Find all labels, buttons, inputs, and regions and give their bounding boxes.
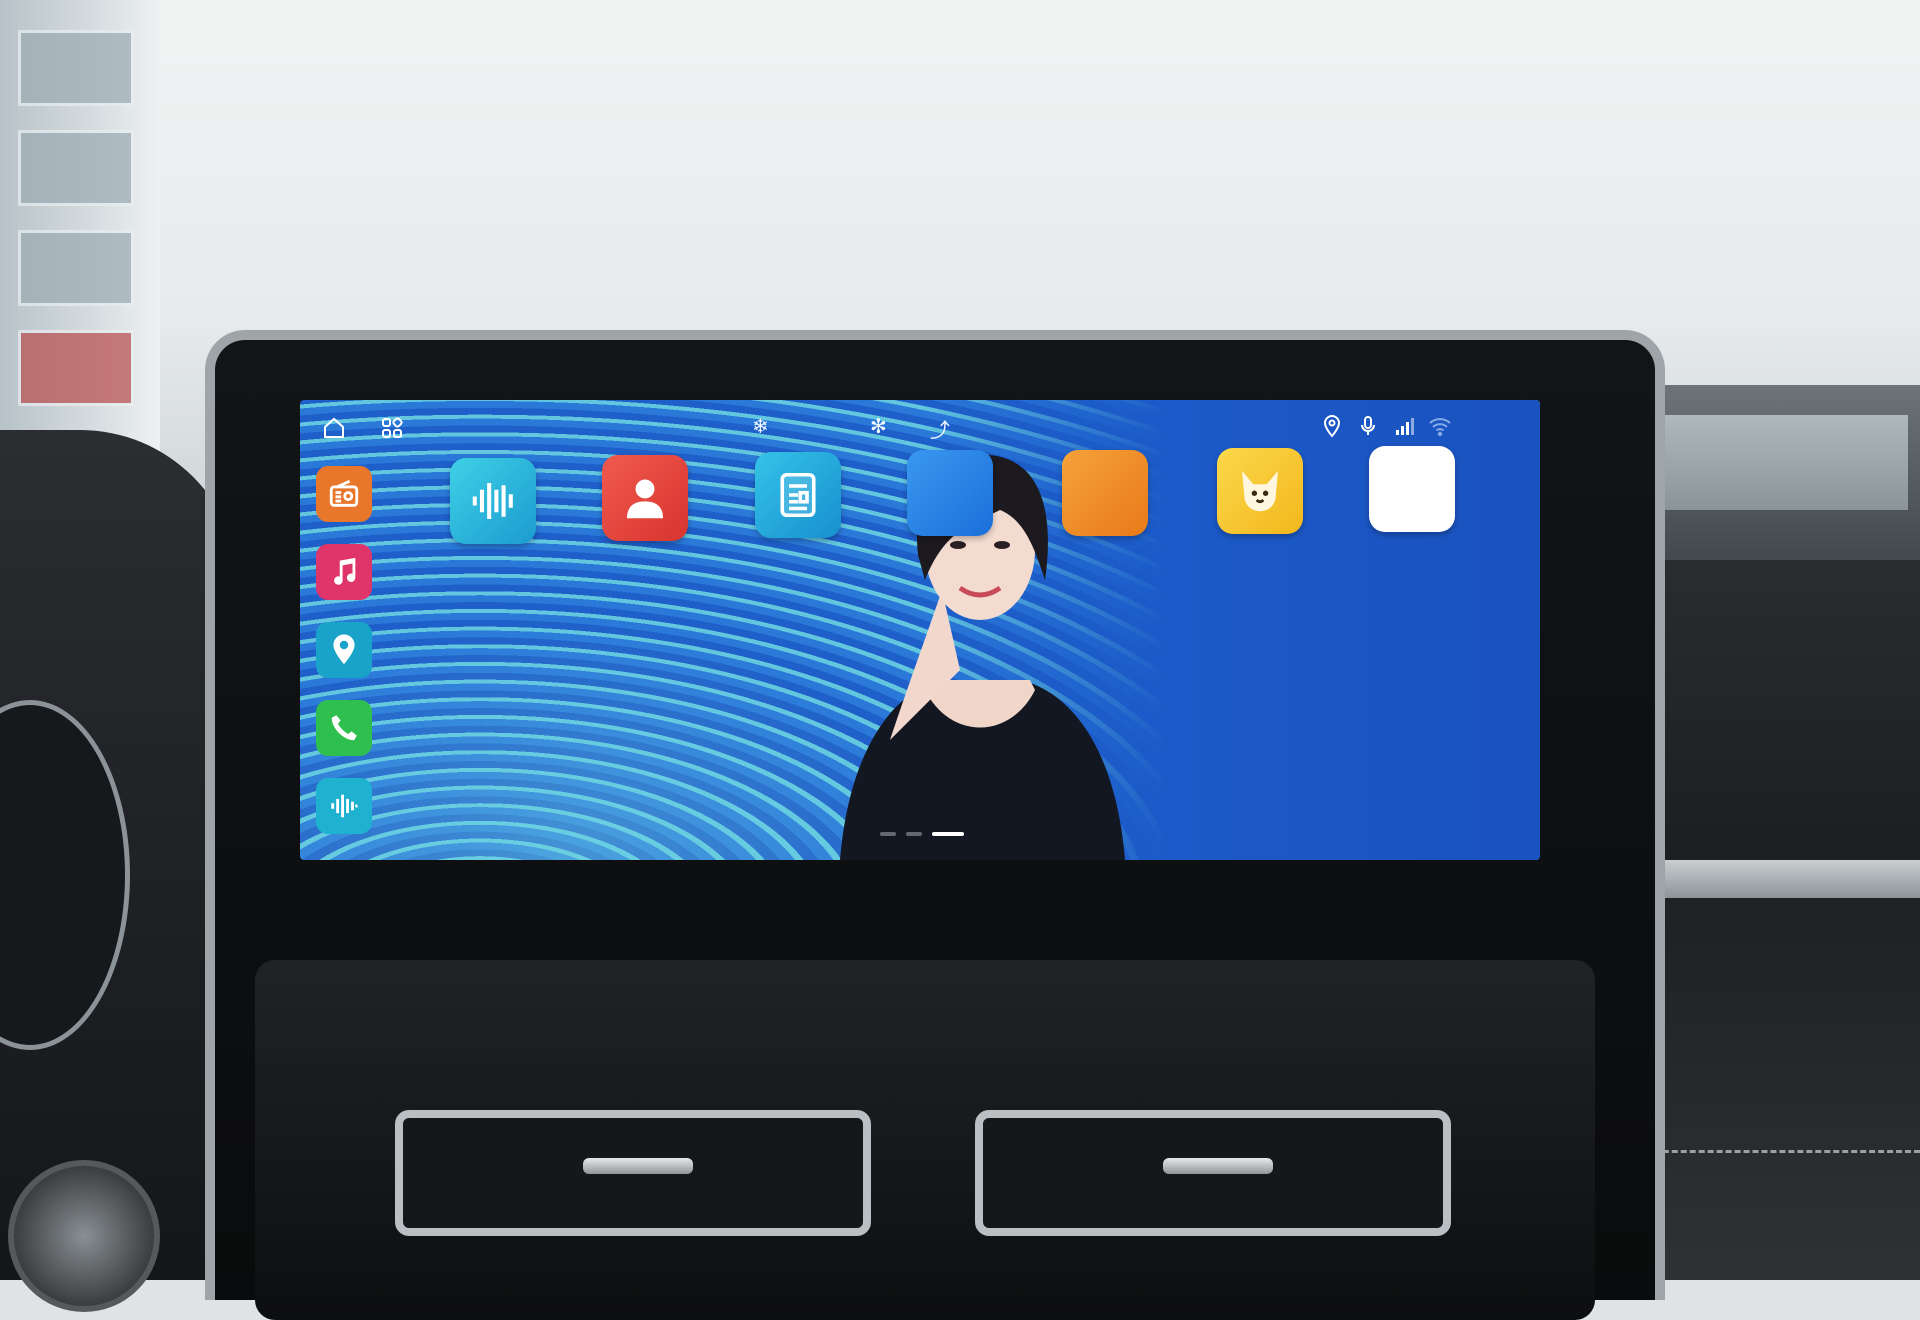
life-service-icon [907,450,993,536]
page-indicator [880,832,964,836]
home-icon [324,417,344,438]
home-button[interactable] [322,416,346,440]
status-icons [1320,414,1452,438]
air-vent-left[interactable] [395,1110,871,1236]
outside-temperature: ⤴ [930,414,962,443]
infotainment-screen: ❄ ✻ ⤴ [300,400,1540,860]
fox-icon [1242,470,1278,512]
app-voice-assistant[interactable] [433,458,553,552]
app-tile [755,452,841,538]
voice-wave-icon [331,794,358,818]
person-icon [627,479,663,519]
apps-grid-icon [382,417,403,438]
app-car-news[interactable] [738,452,858,546]
phone-icon [331,715,357,741]
air-flow-icon: ⤴ [930,418,950,442]
app-sina-news[interactable] [1352,446,1472,540]
air-vent-right[interactable] [975,1110,1451,1236]
page-dot[interactable] [906,832,922,836]
app-car-service[interactable] [1045,450,1165,544]
sina-icon [1369,446,1455,532]
fan-icon: ✻ [870,414,887,438]
navigation-pin-icon [333,634,355,665]
dock-navigation[interactable] [316,622,372,678]
snowflake-icon: ❄ [752,414,769,438]
page-dot[interactable] [880,832,896,836]
music-icon [334,557,356,585]
dock-voice[interactable] [316,778,372,834]
location-icon [1323,415,1341,438]
wifi-icon [1429,418,1451,437]
app-pocket-stories[interactable] [1200,448,1320,542]
dock-music[interactable] [316,544,372,600]
app-personal-center[interactable] [585,455,705,549]
signal-4g-icon [1396,418,1414,435]
microphone-icon [1361,416,1375,435]
app-tile [450,458,536,544]
app-tile [602,455,688,541]
car-service-icon [1062,450,1148,536]
voice-wave-icon [472,483,513,519]
fan-status[interactable]: ✻ [870,414,893,438]
engine-start-stop-button[interactable] [8,1160,160,1312]
apps-grid-button[interactable] [380,416,404,440]
app-life-service[interactable] [890,450,1010,544]
ac-status[interactable]: ❄ [752,414,775,438]
dock-phone[interactable] [316,700,372,756]
news-icon [780,472,816,518]
air-vent-panel [255,960,1595,1320]
page-dot-active[interactable] [932,832,964,836]
radio-icon [329,479,359,507]
status-bar: ❄ ✻ ⤴ [300,400,1540,456]
dock-radio[interactable] [316,466,372,522]
quick-launch-dock [316,466,378,856]
app-tile [1217,448,1303,534]
